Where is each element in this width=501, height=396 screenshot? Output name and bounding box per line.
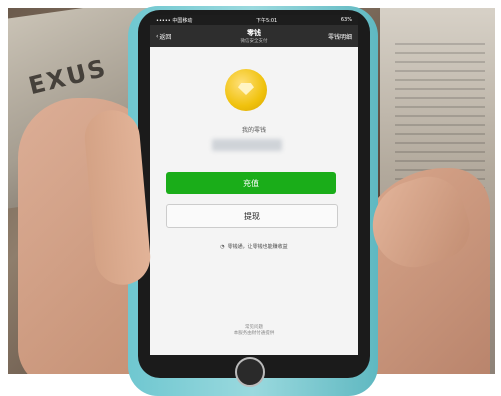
diamond-icon [238, 83, 254, 95]
status-bar: ••••• 中国移动 下午5:01 63% [150, 15, 358, 25]
notice-link[interactable]: ◔ 零钱通，让零钱也能赚收益 [150, 243, 358, 251]
wallet-content: 我的零钱 充值 提现 ◔ 零钱通，让零钱也能赚收益 常见问题 本服务由财付通提供 [150, 47, 358, 355]
carrier: ••••• 中国移动 [156, 17, 193, 24]
page-subtitle: 微信安全支付 [240, 39, 268, 44]
balance-label: 我的零钱 [241, 127, 266, 134]
provider-text: 本服务由财付通提供 [233, 331, 275, 336]
balance-amount-blurred [212, 139, 282, 151]
home-button[interactable] [235, 357, 265, 387]
details-link[interactable]: 零钱明细 [328, 32, 352, 41]
phone-screen: ••••• 中国移动 下午5:01 63% ‹ 返回 零钱 微信安全支付 零钱明… [150, 15, 358, 355]
recharge-button[interactable]: 充值 [166, 172, 336, 194]
battery: 63% [340, 17, 352, 23]
nav-bar: ‹ 返回 零钱 微信安全支付 零钱明细 [150, 25, 358, 47]
withdraw-button[interactable]: 提现 [166, 204, 338, 228]
coin-icon [225, 69, 267, 111]
page-title: 零钱 [247, 29, 261, 37]
notice-text: 零钱通，让零钱也能赚收益 [227, 244, 288, 250]
footer: 常见问题 本服务由财付通提供 [150, 325, 358, 337]
clock: 下午5:01 [255, 17, 278, 24]
info-icon: ◔ [220, 243, 225, 250]
